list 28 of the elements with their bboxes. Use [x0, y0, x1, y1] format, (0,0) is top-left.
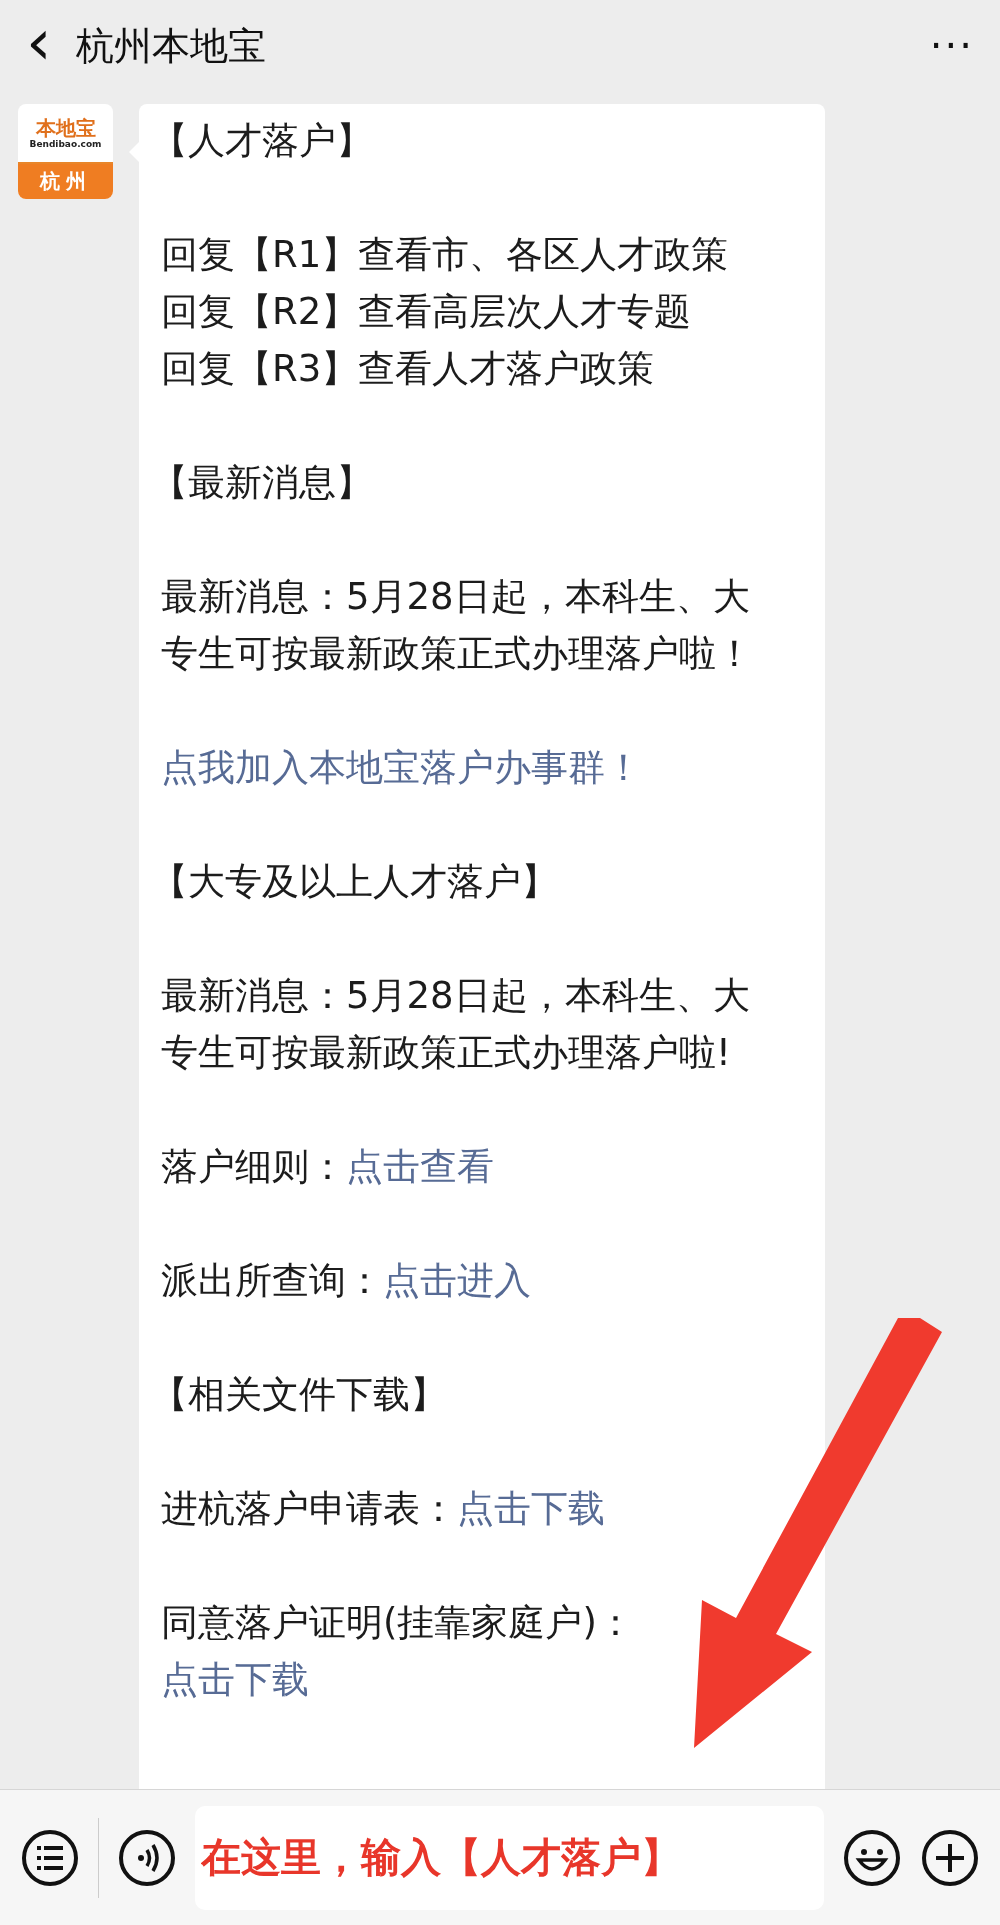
menu-icon[interactable] — [20, 1827, 80, 1888]
message-text: 落户细则：点击查看 — [161, 1138, 773, 1195]
section-heading: 【大专及以上人才落户】 — [151, 859, 559, 905]
section-heading: 【最新消息】 — [151, 460, 374, 506]
message-text: 回复【R1】查看市、各区人才政策 — [161, 232, 730, 278]
message-text: 进杭落户申请表：点击下载 — [161, 1480, 773, 1537]
message-text: 回复【R2】查看高层次人才专题 — [161, 289, 693, 335]
chat-title: 杭州本地宝 — [75, 22, 267, 70]
logo-site-text: Bendibao.com — [29, 139, 102, 149]
message-text: 最新消息：5月28日起，本科生、大专生可按最新政策正式办理落户啦！ — [161, 574, 754, 677]
message-link[interactable]: 点击进入 — [383, 1252, 531, 1309]
message-link[interactable]: 点我加入本地宝落户办事群！ — [161, 739, 642, 796]
message-link[interactable]: 点击下载 — [457, 1480, 605, 1537]
voice-icon[interactable] — [117, 1827, 177, 1888]
back-button[interactable]: ‹ — [26, 10, 52, 74]
message-link[interactable]: 点击下载 — [161, 1651, 309, 1708]
section-heading: 【相关文件下载】 — [151, 1372, 448, 1418]
message-text: 最新消息：5月28日起，本科生、大专生可按最新政策正式办理落户啦! — [161, 973, 751, 1076]
more-button[interactable]: ··· — [929, 23, 974, 69]
message-text: 回复【R3】查看人才落户政策 — [161, 346, 656, 392]
emoji-icon[interactable] — [842, 1827, 902, 1888]
plus-icon[interactable] — [920, 1827, 980, 1888]
logo-city-label: 杭州 — [18, 164, 113, 199]
message-text: 派出所查询：点击进入 — [161, 1252, 773, 1309]
message-link[interactable]: 点击查看 — [346, 1138, 494, 1195]
section-heading: 【人才落户】 — [151, 118, 374, 164]
avatar-logo[interactable]: 本地宝 Bendibao.com 杭州 — [18, 104, 113, 199]
logo-brand-text: 本地宝 — [35, 117, 96, 139]
